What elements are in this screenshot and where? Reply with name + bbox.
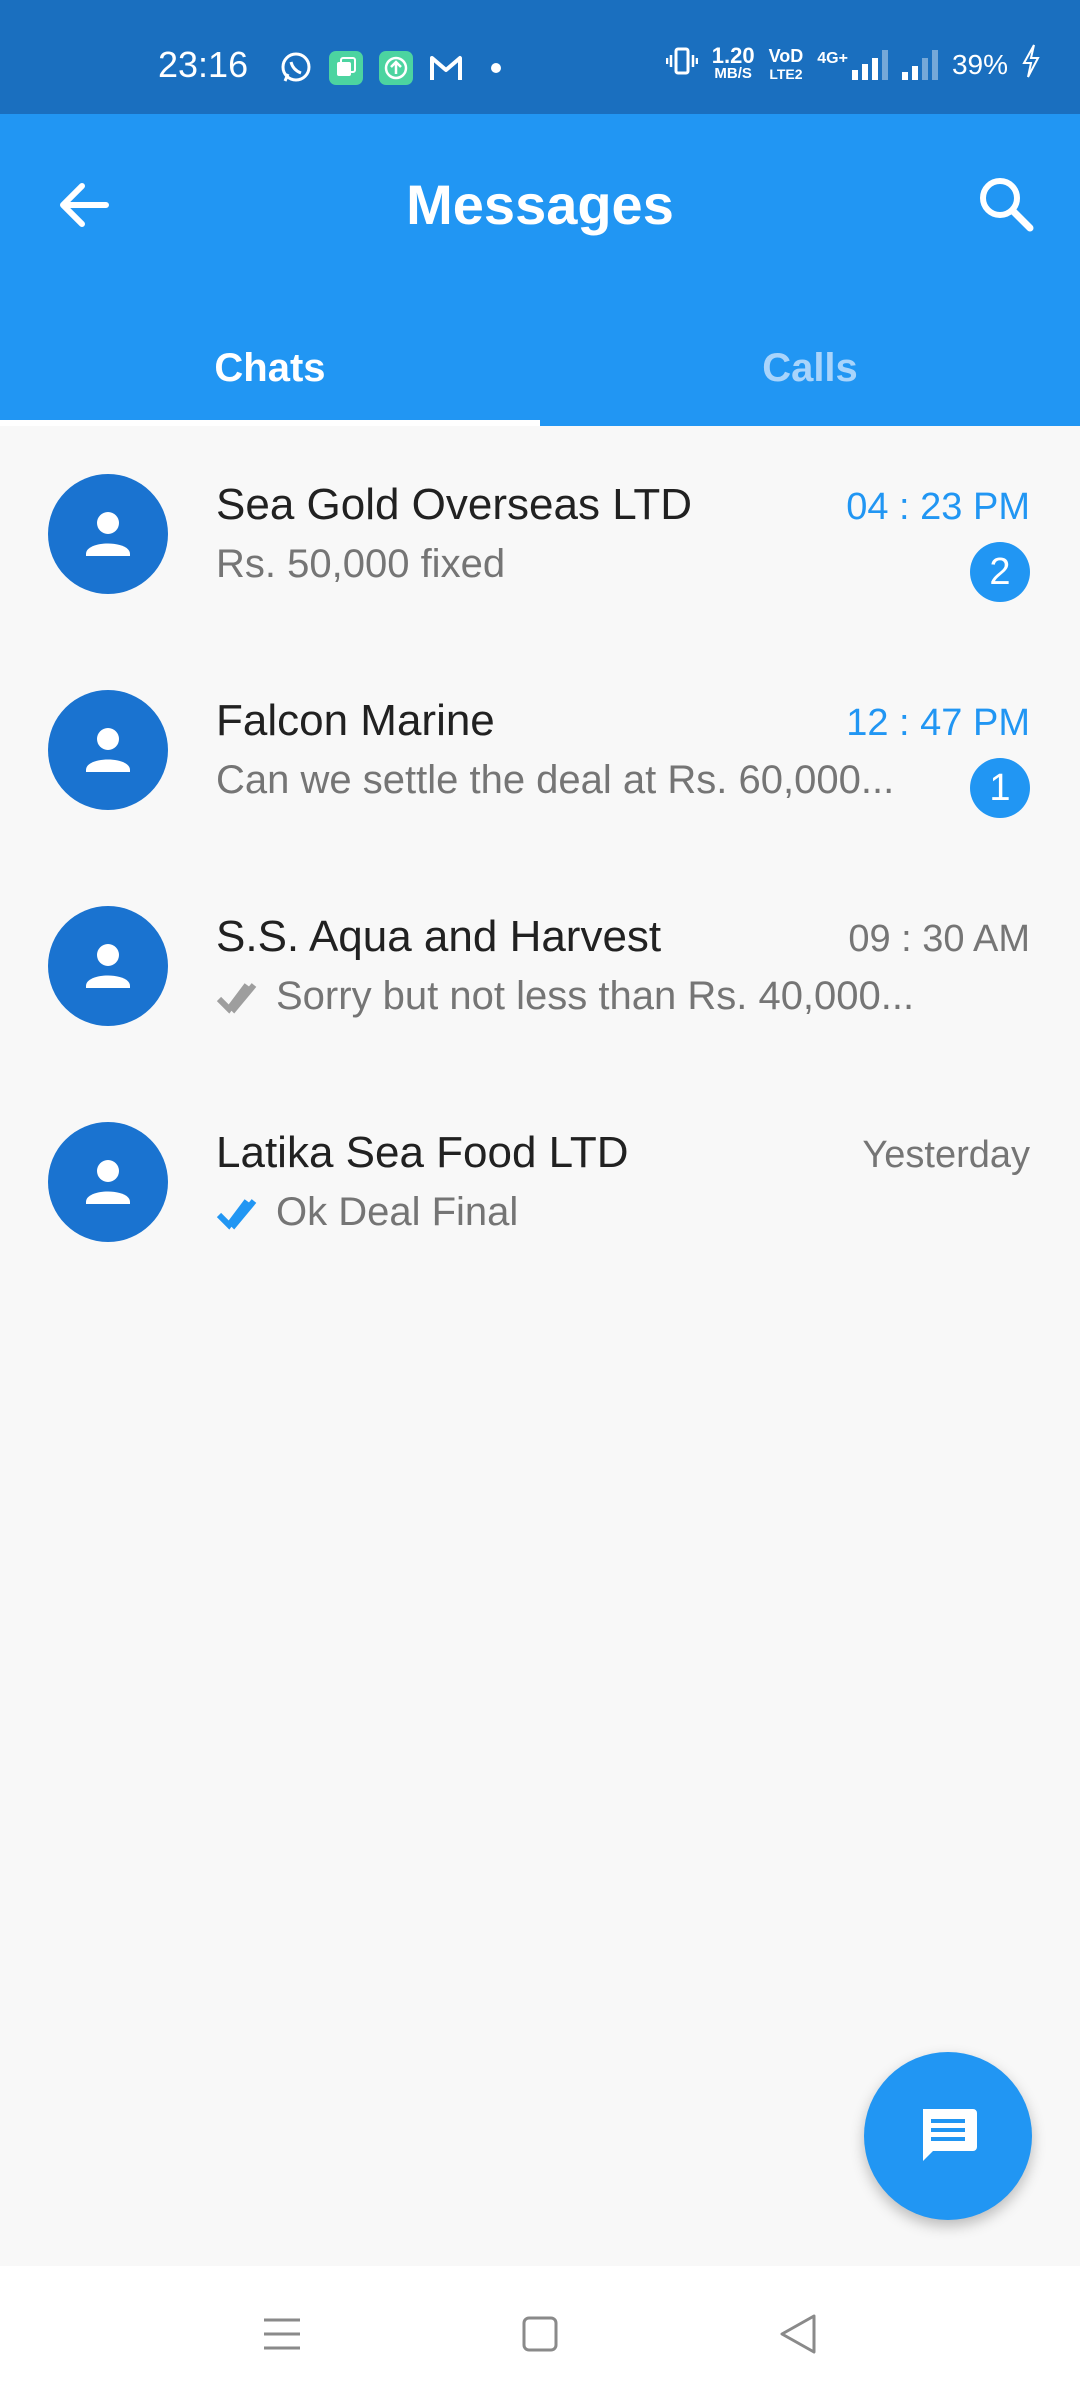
- chat-time: Yesterday: [862, 1134, 1030, 1176]
- battery-text: 39%: [951, 48, 1008, 80]
- chat-preview: Ok Deal Final: [216, 1190, 518, 1235]
- volte-indicator: VoD LTE2: [768, 45, 804, 82]
- upload-app-icon: [378, 50, 414, 86]
- avatar: [48, 474, 168, 594]
- chat-item[interactable]: Latika Sea Food LTD Yesterday Ok Deal Fi…: [0, 1074, 1080, 1290]
- search-button[interactable]: [972, 170, 1042, 240]
- chat-preview: Can we settle the deal at Rs. 60,000...: [216, 758, 894, 803]
- page-title: Messages: [406, 173, 674, 236]
- search-icon: [980, 178, 1034, 232]
- back-nav-button[interactable]: [770, 2306, 826, 2362]
- chat-item[interactable]: Sea Gold Overseas LTD 04 : 23 PM Rs. 50,…: [0, 426, 1080, 642]
- chat-preview: Sorry but not less than Rs. 40,000...: [216, 974, 914, 1019]
- unread-badge: 1: [970, 758, 1030, 818]
- copy-app-icon: [328, 50, 364, 86]
- avatar: [48, 690, 168, 810]
- chat-name: Falcon Marine: [216, 696, 495, 745]
- chat-preview-text: Sorry but not less than Rs. 40,000...: [276, 974, 915, 1018]
- chat-list: Sea Gold Overseas LTD 04 : 23 PM Rs. 50,…: [0, 426, 1080, 1290]
- whatsapp-icon: [278, 50, 314, 86]
- square-icon: [522, 2316, 558, 2352]
- home-button[interactable]: [512, 2306, 568, 2362]
- double-check-icon: [216, 982, 257, 1014]
- signal-bars-icon: [851, 49, 888, 80]
- chat-preview-text: Can we settle the deal at Rs. 60,000...: [216, 758, 895, 802]
- vibrate-icon: [665, 45, 699, 84]
- person-icon: [86, 1160, 130, 1204]
- gmail-icon: [428, 50, 464, 86]
- status-time: 23:16: [158, 44, 249, 85]
- chat-time: 04 : 23 PM: [846, 486, 1030, 528]
- signal-sim1: 4G+: [817, 49, 888, 80]
- chat-item[interactable]: S.S. Aqua and Harvest 09 : 30 AM Sorry b…: [0, 858, 1080, 1074]
- notification-icons: [278, 50, 514, 86]
- avatar: [48, 1122, 168, 1242]
- avatar: [48, 906, 168, 1026]
- net-speed: 1.20 MB/S: [711, 42, 755, 82]
- chat-name: Sea Gold Overseas LTD: [216, 480, 693, 529]
- status-bar: 23:16 1.20 MB/S VoD LTE2 4G+ 39%: [0, 0, 1080, 114]
- chat-preview-text: Rs. 50,000 fixed: [216, 542, 506, 586]
- chat-time: 09 : 30 AM: [848, 918, 1030, 960]
- system-navigation-bar: [0, 2266, 1080, 2400]
- chat-preview: Rs. 50,000 fixed: [216, 542, 505, 587]
- menu-icon: [264, 2318, 300, 2350]
- status-indicators: 1.20 MB/S VoD LTE2 4G+ 39%: [665, 42, 1040, 85]
- chat-item[interactable]: Falcon Marine 12 : 47 PM Can we settle t…: [0, 642, 1080, 858]
- tab-bar: Chats Calls: [0, 314, 1080, 426]
- charging-icon: [1022, 44, 1040, 85]
- unread-badge: 2: [970, 542, 1030, 602]
- new-message-button[interactable]: [864, 2052, 1032, 2220]
- signal-sim2-icon: [901, 49, 938, 80]
- dot-icon: [478, 50, 514, 86]
- person-icon: [86, 944, 130, 988]
- message-icon: [923, 2109, 977, 2161]
- chat-name: S.S. Aqua and Harvest: [216, 912, 662, 961]
- tab-chats[interactable]: Chats: [0, 314, 540, 426]
- app-bar: Messages Chats Calls: [0, 114, 1080, 426]
- triangle-back-icon: [780, 2314, 816, 2354]
- chat-preview-text: Ok Deal Final: [276, 1190, 519, 1234]
- double-check-read-icon: [216, 1198, 257, 1230]
- chat-name: Latika Sea Food LTD: [216, 1128, 629, 1177]
- chat-time: 12 : 47 PM: [846, 702, 1030, 744]
- person-icon: [86, 728, 130, 772]
- person-icon: [86, 512, 130, 556]
- recents-button[interactable]: [254, 2306, 310, 2362]
- tab-calls[interactable]: Calls: [540, 314, 1080, 426]
